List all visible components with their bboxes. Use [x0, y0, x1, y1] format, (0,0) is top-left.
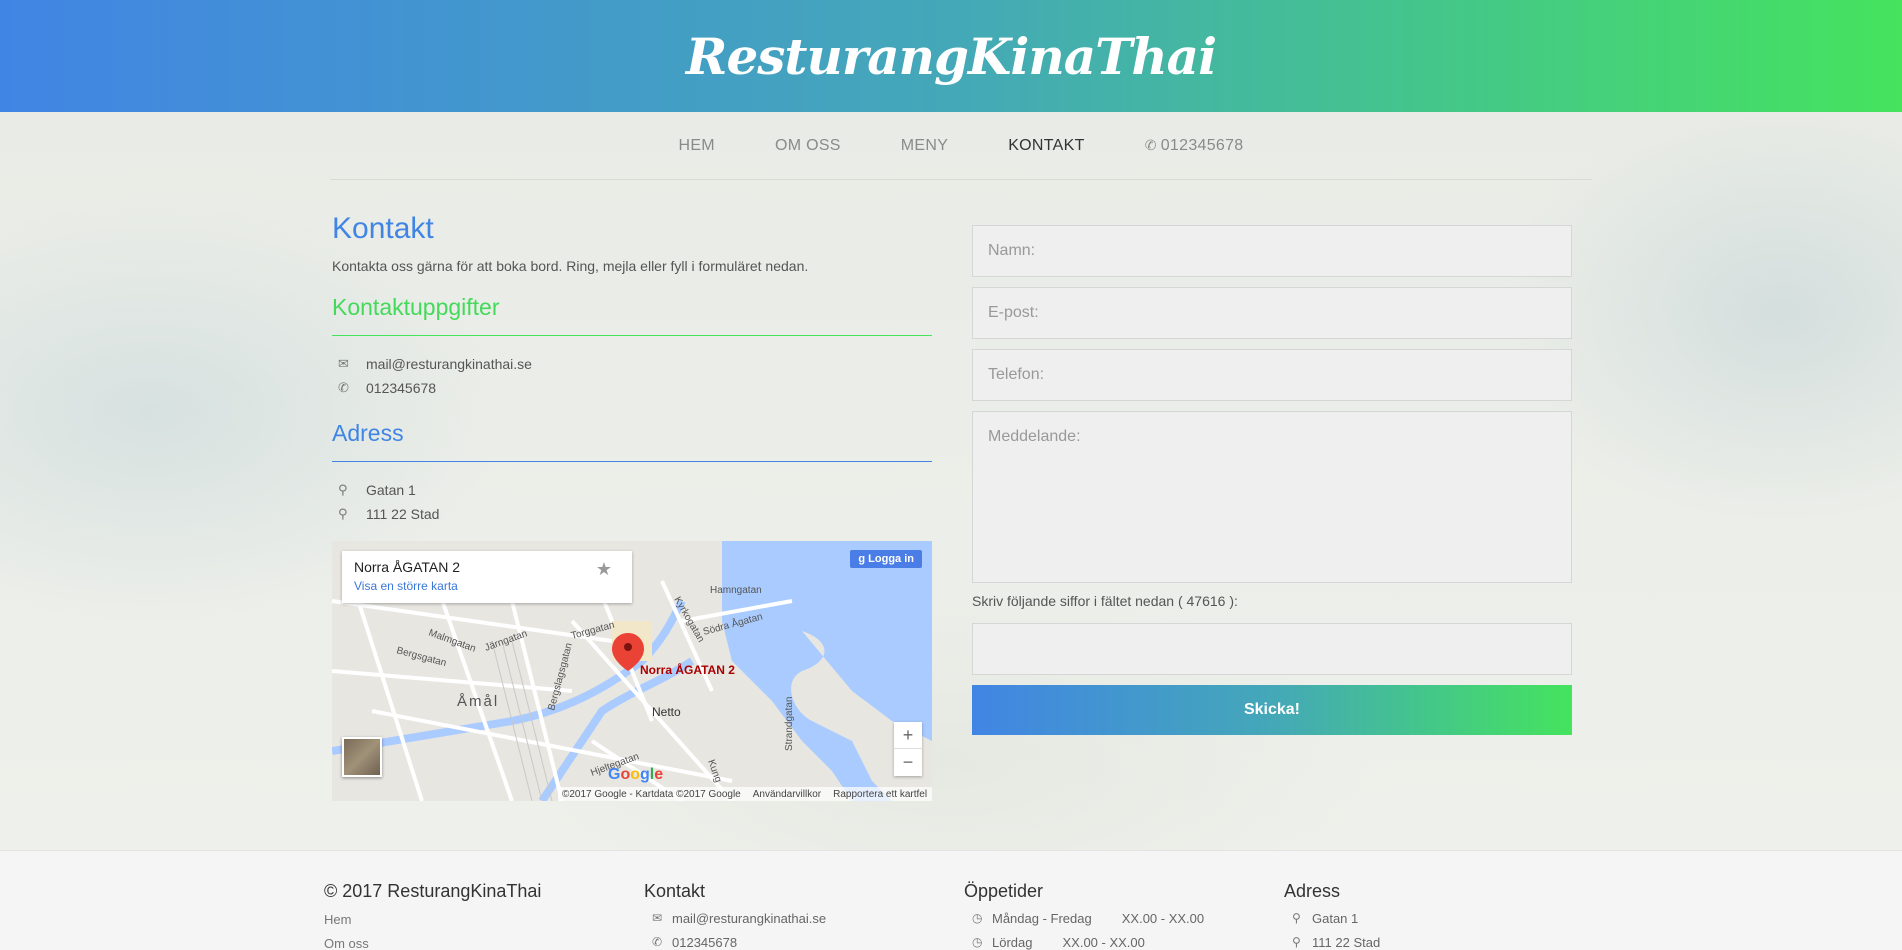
address-city: 111 22 Stad [366, 506, 440, 522]
page-background [0, 112, 1902, 850]
map-marker-icon: ⚲ [1292, 935, 1301, 949]
contact-form: Namn: E-post: Telefon: Meddelande: Skriv… [972, 225, 1572, 735]
contact-phone-row: ✆ 012345678 [332, 376, 932, 400]
map-street-label: Strandgatan [784, 697, 795, 752]
nav-om-oss[interactable]: OM OSS [775, 137, 841, 155]
footer-street: Gatan 1 [1312, 910, 1359, 926]
map-login-button[interactable]: g Logga in [850, 550, 922, 568]
footer-col-contact: Kontakt ✉ mail@resturangkinathai.se ✆ 0123… [644, 881, 826, 950]
map-larger-link[interactable]: Visa en större karta [354, 579, 620, 593]
phone-icon: ✆ [652, 935, 663, 949]
contact-details-list: ✉ mail@resturangkinathai.se ✆ 012345678 [332, 352, 932, 400]
footer-email[interactable]: mail@resturangkinathai.se [672, 911, 826, 926]
footer-city-row: ⚲ 111 22 Stad [1284, 934, 1380, 950]
map-place-card: Norra ÅGATAN 2 Visa en större karta ★ [342, 551, 632, 603]
phone-input[interactable]: Telefon: [972, 349, 1572, 401]
map-terms-link[interactable]: Användarvillkor [753, 789, 821, 800]
map-pin-label: Norra ÅGATAN 2 [640, 663, 735, 677]
map-marker-icon: ⚲ [338, 482, 348, 497]
address-city-row: ⚲ 111 22 Stad [332, 502, 932, 526]
google-g-icon: g [858, 553, 869, 565]
footer-hours-row: ◷ Måndag - Fredag XX.00 - XX.00 [964, 910, 1204, 926]
footer-link-om-oss[interactable]: Om oss [324, 936, 541, 950]
site-header: ResturangKinaThai [0, 0, 1902, 112]
captcha-input[interactable] [972, 623, 1572, 675]
nav-hem[interactable]: HEM [678, 137, 714, 155]
email-input[interactable]: E-post: [972, 287, 1572, 339]
submit-button[interactable]: Skicka! [972, 685, 1572, 735]
main-nav: HEM OM OSS MENY KONTAKT ✆ 012345678 [330, 112, 1592, 180]
footer-address-title: Adress [1284, 881, 1341, 901]
zoom-in-button[interactable]: + [894, 722, 922, 749]
footer-street-row: ⚲ Gatan 1 [1284, 910, 1380, 926]
footer-hours-days: Lördag [992, 934, 1033, 950]
message-textarea[interactable]: Meddelande: [972, 411, 1572, 583]
map-zoom-controls: + − [894, 722, 922, 776]
map-report-link[interactable]: Rapportera ett kartfel [833, 789, 927, 800]
footer-hours-days: Måndag - Fredag [992, 910, 1092, 926]
footer-col-brand: © 2017 ResturangKinaThai Hem Om oss [324, 881, 541, 950]
footer-hours-time: XX.00 - XX.00 [1121, 910, 1205, 926]
envelope-icon: ✉ [338, 356, 349, 371]
captcha-instructions: Skriv följande siffor i fältet nedan ( 4… [972, 593, 1238, 609]
contact-section: Kontakt Kontakta oss gärna för att boka … [332, 212, 932, 526]
footer-col-hours: Öppetider ◷ Måndag - Fredag XX.00 - XX.00 … [964, 881, 1204, 950]
footer-hours-row: ◷ Lördag XX.00 - XX.00 [964, 934, 1204, 950]
footer-link-hem[interactable]: Hem [324, 912, 541, 927]
satellite-toggle[interactable] [342, 737, 382, 777]
map-poi-label: Netto [652, 705, 681, 719]
contact-details-heading: Kontaktuppgifter [332, 294, 932, 336]
phone-icon: ✆ [338, 380, 349, 395]
address-street-row: ⚲ Gatan 1 [332, 478, 932, 502]
map-city-label: Åmål [457, 693, 499, 710]
zoom-out-button[interactable]: − [894, 749, 922, 776]
footer-hours-title: Öppetider [964, 881, 1044, 901]
map-street-label: Hamngatan [710, 585, 762, 596]
map-marker-icon: ⚲ [338, 506, 348, 521]
page-title: Kontakt [332, 212, 434, 245]
star-icon[interactable]: ★ [596, 559, 612, 580]
nav-kontakt[interactable]: KONTAKT [1008, 137, 1084, 155]
footer-phone-row: ✆ 012345678 [644, 934, 826, 950]
embedded-map[interactable]: Åmål Netto Hamngatan Kyrkogatan Södra Åg… [332, 541, 932, 801]
address-list: ⚲ Gatan 1 ⚲ 111 22 Stad [332, 478, 932, 526]
address-street: Gatan 1 [366, 482, 416, 498]
site-footer: © 2017 ResturangKinaThai Hem Om oss Kont… [0, 850, 1902, 950]
footer-copyright: © 2017 ResturangKinaThai [324, 881, 542, 901]
google-logo: Google [608, 766, 664, 783]
clock-icon: ◷ [972, 935, 983, 949]
map-marker-icon: ⚲ [1292, 911, 1301, 925]
nav-phone[interactable]: ✆ 012345678 [1145, 137, 1244, 155]
footer-phone: 012345678 [672, 934, 738, 950]
footer-hours-time: XX.00 - XX.00 [1062, 934, 1145, 950]
footer-city: 111 22 Stad [1312, 934, 1381, 950]
brand-logo[interactable]: ResturangKinaThai [686, 27, 1217, 86]
footer-col-address: Adress ⚲ Gatan 1 ⚲ 111 22 Stad [1284, 881, 1380, 950]
map-copyright: ©2017 Google - Kartdata ©2017 Google [562, 788, 741, 800]
envelope-icon: ✉ [652, 911, 663, 925]
contact-intro: Kontakta oss gärna för att boka bord. Ri… [332, 258, 809, 274]
clock-icon: ◷ [972, 911, 983, 925]
footer-contact-title: Kontakt [644, 881, 706, 901]
map-attribution: ©2017 Google - Kartdata ©2017 Google Anv… [558, 787, 932, 801]
map-place-title: Norra ÅGATAN 2 [354, 559, 461, 575]
map-login-label: Logga in [868, 553, 914, 565]
address-heading: Adress [332, 420, 932, 462]
name-input[interactable]: Namn: [972, 225, 1572, 277]
contact-phone: 012345678 [366, 380, 437, 396]
footer-email-row: ✉ mail@resturangkinathai.se [644, 910, 826, 926]
contact-email[interactable]: mail@resturangkinathai.se [366, 356, 532, 372]
nav-phone-number: 012345678 [1160, 136, 1244, 154]
nav-meny[interactable]: MENY [901, 137, 948, 155]
phone-icon: ✆ [1144, 136, 1157, 153]
contact-email-row: ✉ mail@resturangkinathai.se [332, 352, 932, 376]
